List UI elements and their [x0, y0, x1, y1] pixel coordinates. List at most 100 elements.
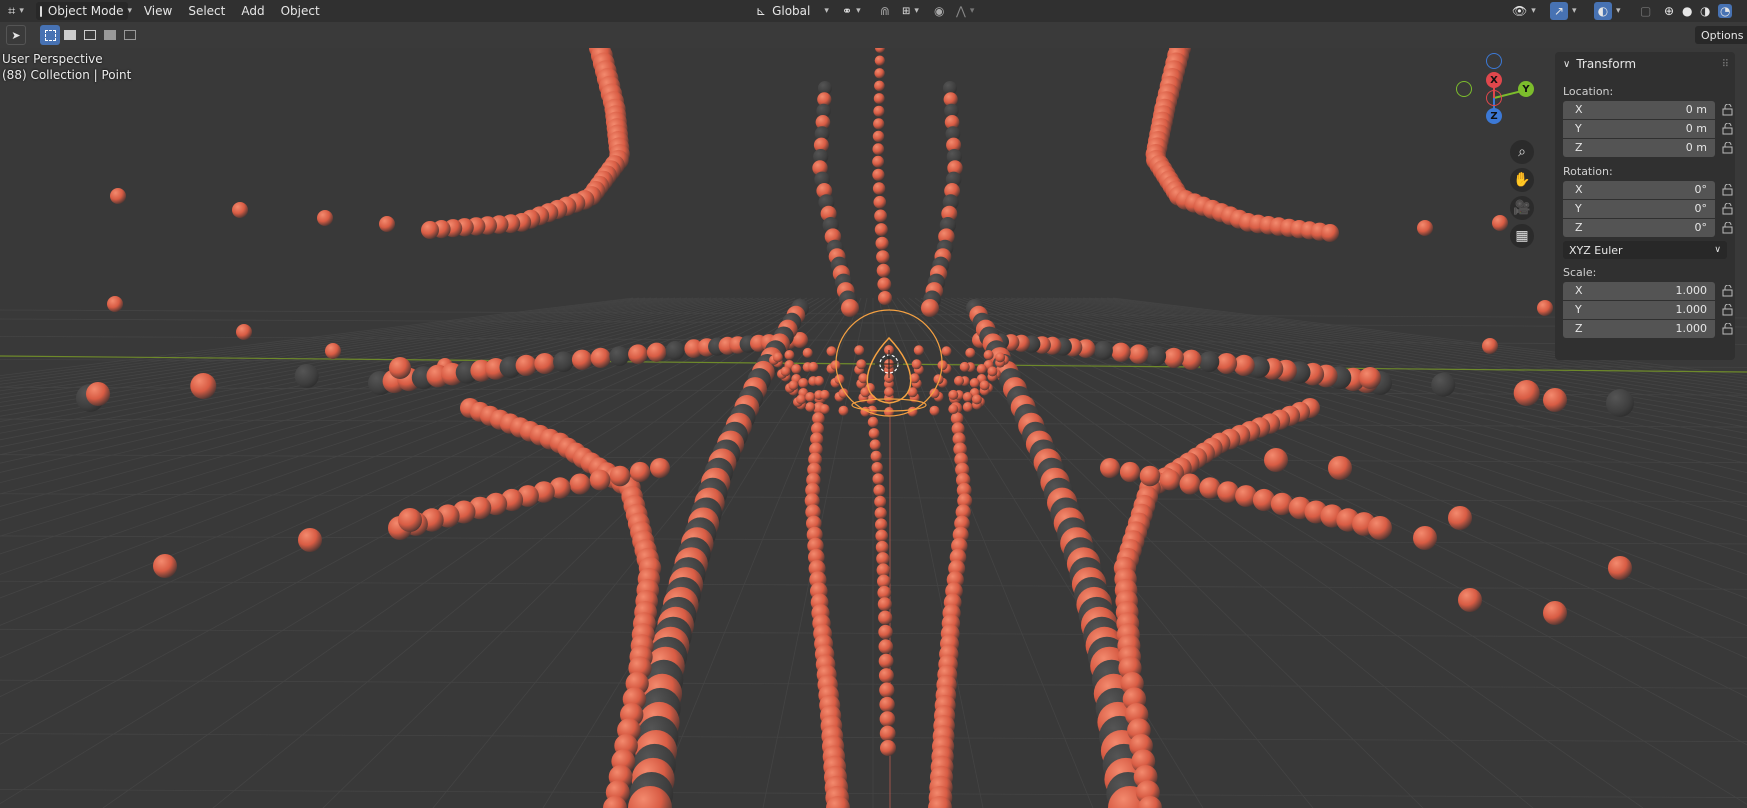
select-intersect-button[interactable] [120, 25, 140, 45]
camera-view-button[interactable]: 🎥 [1510, 196, 1534, 220]
location-y-row: Y0 m [1563, 119, 1735, 138]
overlays-toggle[interactable]: ◐ ▾ [1590, 2, 1625, 20]
location-z-field[interactable]: Z0 m [1563, 138, 1715, 157]
overlays-icon: ◐ [1594, 2, 1612, 20]
lock-icon[interactable] [1721, 322, 1735, 335]
chevron-down-icon: ▾ [969, 6, 975, 16]
shading-rendered-button[interactable]: ◔ [1714, 2, 1736, 20]
chevron-down-icon: ∨ [1563, 58, 1571, 70]
snap-toggle[interactable]: ⋒ [876, 2, 894, 20]
lock-icon[interactable] [1721, 103, 1735, 116]
editor-type-icon: ⌗ [8, 3, 16, 19]
select-new-icon [44, 29, 56, 41]
visibility-dropdown[interactable]: 👁 ▾ [1508, 2, 1540, 20]
chevron-down-icon: ▾ [127, 6, 132, 16]
lock-icon[interactable] [1721, 284, 1735, 297]
drag-handle-icon[interactable]: ⠿ [1722, 59, 1729, 70]
select-subtract-button[interactable] [80, 25, 100, 45]
lock-icon[interactable] [1721, 122, 1735, 135]
snap-target-dropdown[interactable]: ⊞ ▾ [898, 2, 923, 20]
viewport-header: ⌗ ▾ Object Mode ▾ View Select Add Object … [0, 0, 1747, 22]
collection-info: (88) Collection | Point [2, 68, 132, 82]
zoom-button[interactable]: ⌕ [1510, 140, 1534, 164]
active-tool-button[interactable]: ➤ [6, 25, 26, 45]
chevron-down-icon: ▾ [1572, 6, 1577, 16]
xray-icon: ▢ [1640, 4, 1652, 18]
orientation-label: Global [772, 4, 811, 18]
options-dropdown[interactable]: Options [1695, 26, 1747, 44]
rotation-y-field[interactable]: Y 0° [1563, 199, 1715, 218]
gizmo-neg-z[interactable] [1486, 53, 1502, 69]
scale-x-field[interactable]: X 1.000 [1563, 281, 1715, 300]
rotation-mode-dropdown[interactable]: XYZ Euler ∨ [1563, 241, 1727, 259]
chevron-down-icon: ∨ [1714, 245, 1721, 255]
lock-icon[interactable] [1721, 141, 1735, 154]
navigation-gizmo[interactable]: X Y Z [1450, 52, 1540, 132]
menu-object[interactable]: Object [273, 4, 328, 18]
3d-viewport[interactable]: User Perspective (88) Collection | Point… [0, 48, 1747, 808]
chevron-down-icon: ▾ [856, 6, 861, 16]
shading-material-button[interactable]: ◑ [1696, 2, 1714, 20]
menu-add[interactable]: Add [233, 4, 272, 18]
transform-title: Transform [1576, 57, 1637, 71]
menu-view[interactable]: View [136, 4, 180, 18]
transform-orientation-dropdown[interactable]: ⊾ Global ▾ [752, 2, 833, 20]
gizmo-z[interactable]: Z [1486, 108, 1502, 124]
camera-icon: 🎥 [1513, 200, 1531, 216]
location-label: Location: [1563, 84, 1614, 98]
falloff-curve-icon: ⋀ [956, 4, 966, 18]
mode-dropdown[interactable]: Object Mode ▾ [35, 2, 132, 20]
select-extend-button[interactable] [60, 25, 80, 45]
shading-solid-button[interactable]: ● [1678, 2, 1696, 20]
menu-select[interactable]: Select [180, 4, 233, 18]
rotation-x-row: X 0° [1563, 180, 1735, 199]
select-intersect-icon [124, 30, 136, 40]
grid-icon: ▦ [1515, 228, 1529, 244]
lock-icon[interactable] [1721, 183, 1735, 196]
location-x-field[interactable]: X0 m [1563, 100, 1715, 119]
magnifier-icon: ⌕ [1518, 144, 1526, 160]
view-name: User Perspective [2, 52, 103, 66]
scale-label: Scale: [1563, 265, 1597, 279]
tool-settings-bar: ➤ [0, 22, 1747, 48]
solid-shading-icon: ● [1682, 4, 1693, 18]
select-new-button[interactable] [40, 25, 60, 45]
lock-icon[interactable] [1721, 303, 1735, 316]
eye-icon: 👁 [1512, 4, 1528, 18]
lock-icon[interactable] [1721, 221, 1735, 234]
scale-z-row: Z 1.000 [1563, 319, 1735, 338]
magnet-icon: ⋒ [880, 4, 891, 18]
pivot-point-button[interactable]: ⚭ ▾ [838, 2, 865, 20]
scale-y-row: Y 1.000 [1563, 300, 1735, 319]
editor-type-button[interactable]: ⌗ ▾ [4, 2, 28, 20]
chevron-down-icon: ▾ [824, 6, 829, 16]
scale-x-row: X 1.000 [1563, 281, 1735, 300]
xray-toggle[interactable]: ▢ [1636, 2, 1655, 20]
lock-icon[interactable] [1721, 202, 1735, 215]
gizmo-toggle[interactable]: ↗ ▾ [1546, 2, 1581, 20]
rotation-mode-value: XYZ Euler [1569, 243, 1623, 257]
gizmo-y[interactable]: Y [1518, 81, 1534, 97]
proportional-edit-toggle[interactable]: ◉ [930, 2, 948, 20]
shading-wireframe-button[interactable]: ⊕ [1660, 2, 1678, 20]
rotation-z-row: Z 0° [1563, 218, 1735, 237]
scale-y-field[interactable]: Y 1.000 [1563, 300, 1715, 319]
ortho-toggle-button[interactable]: ▦ [1510, 224, 1534, 248]
transform-panel: ∨ Transform ⠿ Location: X0 m Y0 m Z0 m R… [1555, 52, 1735, 360]
location-y-field[interactable]: Y0 m [1563, 119, 1715, 138]
rotation-y-row: Y 0° [1563, 199, 1735, 218]
object-mode-icon [39, 5, 42, 17]
rotation-z-field[interactable]: Z 0° [1563, 218, 1715, 237]
gizmo-neg-y[interactable] [1456, 81, 1472, 97]
gizmo-neg-x[interactable] [1486, 90, 1502, 106]
gizmo-x[interactable]: X [1486, 72, 1502, 88]
rotation-x-field[interactable]: X 0° [1563, 180, 1715, 199]
scale-z-field[interactable]: Z 1.000 [1563, 319, 1715, 338]
scene-canvas[interactable] [0, 48, 1747, 808]
falloff-dropdown[interactable]: ⋀ ▾ [952, 2, 978, 20]
transform-panel-header[interactable]: ∨ Transform ⠿ [1555, 52, 1735, 76]
gizmo-icon: ↗ [1550, 2, 1568, 20]
select-difference-button[interactable] [100, 25, 120, 45]
pan-button[interactable]: ✋ [1510, 168, 1534, 192]
floor-grid [0, 297, 1747, 808]
